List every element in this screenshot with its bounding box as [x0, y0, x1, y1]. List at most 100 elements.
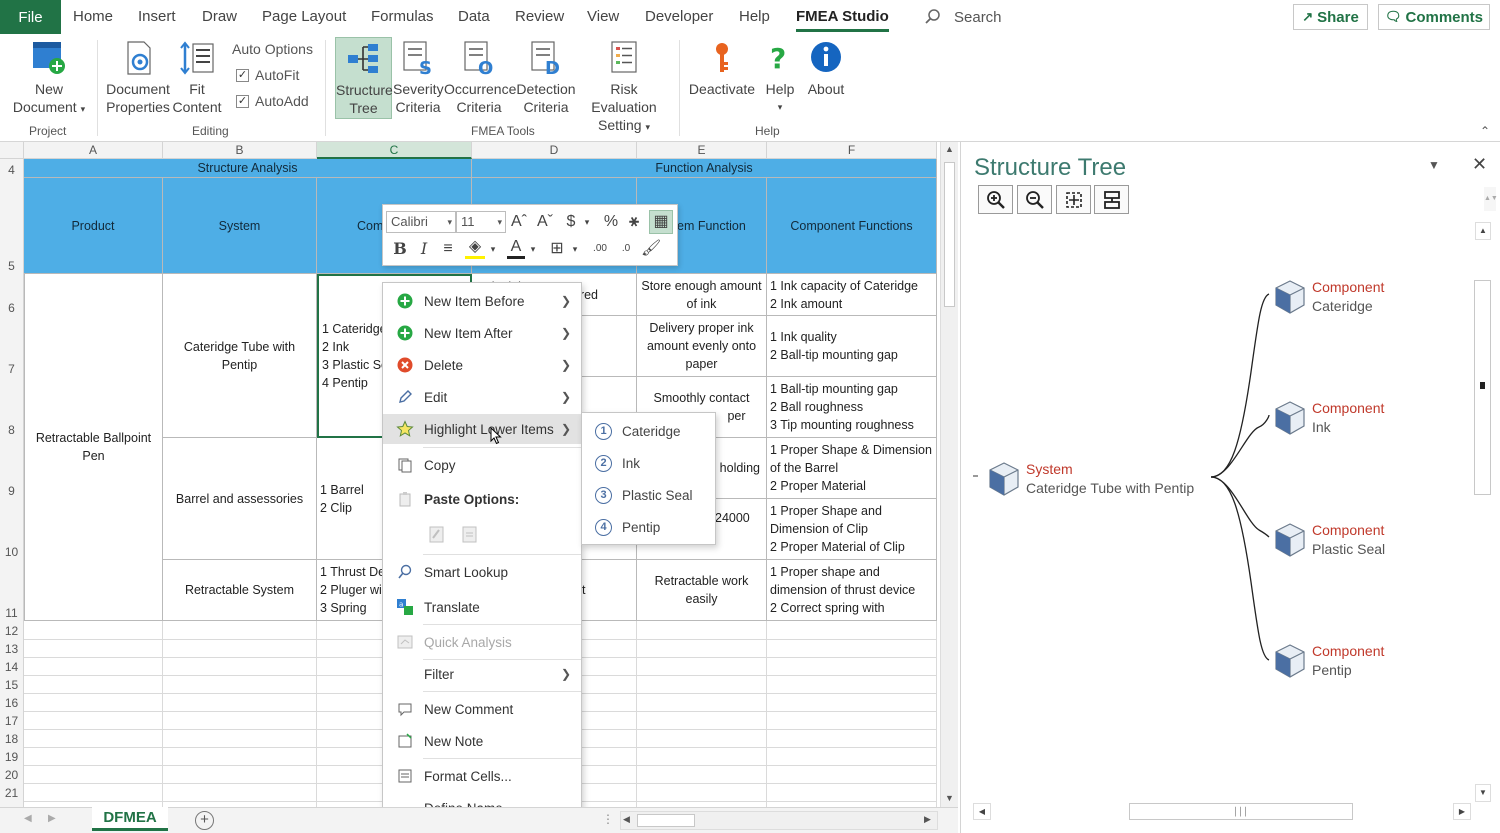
scroll-left-arrow-icon[interactable]: ◀	[973, 803, 991, 820]
scroll-tabs-left-icon[interactable]: ◀	[24, 813, 32, 824]
font-size-dropdown[interactable]: 11 ▾	[456, 211, 506, 233]
row-header-14[interactable]: 14	[0, 657, 24, 675]
sheet-tab-dfmea[interactable]: DFMEA	[92, 807, 168, 831]
product-cell[interactable]: Retractable Ballpoint Pen	[24, 274, 163, 621]
row-header-9[interactable]: 9	[0, 438, 24, 499]
horizontal-scroll-thumb[interactable]	[637, 814, 695, 827]
column-header-a[interactable]: A	[24, 142, 163, 159]
component-functions-header[interactable]: Component Functions	[767, 178, 937, 274]
component-functions-cell-3[interactable]: 1 Ball-tip mounting gap 2 Ball roughness…	[767, 377, 937, 438]
autoadd-checkbox[interactable]: ✓ AutoAdd	[236, 93, 309, 109]
tree-horizontal-scrollbar[interactable]: ◀ │││ ▶	[973, 802, 1473, 822]
menu-item-format-cells[interactable]: Format Cells...	[383, 761, 581, 791]
tab-view[interactable]: View	[587, 0, 619, 34]
menu-item-new-item-before[interactable]: New Item Before ❯	[383, 286, 581, 316]
submenu-item-plastic-seal[interactable]: 3 Plastic Seal	[582, 480, 715, 510]
file-tab[interactable]: File	[0, 0, 61, 34]
detection-criteria-button[interactable]: D Detection Criteria	[515, 40, 577, 116]
system-function-cell-1[interactable]: Store enough amount of ink	[637, 274, 767, 316]
system-cell-2[interactable]: Barrel and assessories	[163, 438, 317, 560]
tree-vertical-scrollbar[interactable]: ▲ ▼	[1473, 222, 1491, 802]
scroll-thumb[interactable]	[944, 162, 955, 307]
collapse-ribbon-icon[interactable]: ⌃	[1480, 124, 1490, 138]
component-functions-cell-4[interactable]: 1 Proper Shape & Dimension of the Barrel…	[767, 438, 937, 499]
tab-review[interactable]: Review	[515, 0, 564, 34]
tree-horizontal-thumb[interactable]: │││	[1129, 803, 1353, 820]
tab-fmea-studio[interactable]: FMEA Studio	[796, 0, 889, 34]
row-header-8[interactable]: 8	[0, 377, 24, 438]
decrease-decimal-icon[interactable]: .0	[615, 238, 637, 260]
increase-font-icon[interactable]: Aˆ	[509, 211, 529, 233]
column-header-e[interactable]: E	[637, 142, 767, 159]
component-functions-cell-6[interactable]: 1 Proper shape and dimension of thrust d…	[767, 560, 937, 621]
system-function-cell-2[interactable]: Delivery proper ink amount evenly onto p…	[637, 316, 767, 377]
column-header-d[interactable]: D	[472, 142, 637, 159]
row-header-11[interactable]: 11	[0, 560, 24, 621]
structure-tree-button[interactable]: Structure Tree	[335, 37, 393, 119]
comments-button[interactable]: 🗨 Comments	[1378, 4, 1490, 30]
chevron-down-icon[interactable]: ▾	[527, 238, 539, 260]
row-header-4[interactable]: 4	[0, 159, 24, 178]
scroll-up-arrow-icon[interactable]: ▲	[943, 144, 956, 156]
submenu-item-cateridge[interactable]: 1 Cateridge	[582, 416, 715, 446]
menu-item-delete[interactable]: Delete ❯	[383, 350, 581, 380]
menu-item-copy[interactable]: Copy	[383, 450, 581, 480]
new-document-button[interactable]: New Document ▾	[6, 40, 92, 118]
help-button[interactable]: ? Help ▾	[760, 40, 800, 116]
borders-icon[interactable]: ⊞	[547, 238, 567, 260]
structure-analysis-header[interactable]: Structure Analysis	[24, 159, 472, 178]
format-painter-icon[interactable]: 🖌	[641, 238, 661, 260]
tab-home[interactable]: Home	[73, 0, 113, 34]
chevron-down-icon[interactable]: ▾	[569, 238, 581, 260]
vertical-scrollbar[interactable]: ▲ ▼	[940, 142, 958, 807]
severity-criteria-button[interactable]: S Severity Criteria	[393, 40, 444, 116]
search-box[interactable]: Search	[924, 0, 1002, 34]
italic-icon[interactable]: I	[415, 238, 433, 260]
component-functions-cell-2[interactable]: 1 Ink quality 2 Ball-tip mounting gap	[767, 316, 937, 377]
tab-draw[interactable]: Draw	[202, 0, 237, 34]
scroll-left-arrow-icon[interactable]: ◀	[623, 814, 630, 825]
row-header-13[interactable]: 13	[0, 639, 24, 657]
splitter-handle-icon[interactable]: ⋮	[602, 812, 614, 826]
tab-developer[interactable]: Developer	[645, 0, 713, 34]
menu-item-highlight-lower-items[interactable]: Highlight Lower Items ❯	[383, 414, 581, 444]
row-header-17[interactable]: 17	[0, 711, 24, 729]
tab-insert[interactable]: Insert	[138, 0, 176, 34]
tab-page-layout[interactable]: Page Layout	[262, 0, 346, 34]
format-table-icon[interactable]: ▦	[649, 210, 673, 234]
tab-formulas[interactable]: Formulas	[371, 0, 434, 34]
bold-icon[interactable]: B	[391, 238, 409, 260]
tab-help[interactable]: Help	[739, 0, 770, 34]
column-header-f[interactable]: F	[767, 142, 937, 159]
column-header-c[interactable]: C	[317, 142, 472, 159]
submenu-item-pentip[interactable]: 4 Pentip	[582, 512, 715, 542]
row-header-20[interactable]: 20	[0, 765, 24, 783]
menu-item-new-item-after[interactable]: New Item After ❯	[383, 318, 581, 348]
column-header-b[interactable]: B	[163, 142, 317, 159]
percent-icon[interactable]: %	[601, 211, 621, 233]
decrease-font-icon[interactable]: Aˇ	[535, 211, 555, 233]
row-header-7[interactable]: 7	[0, 316, 24, 377]
row-header-15[interactable]: 15	[0, 675, 24, 693]
chevron-down-icon[interactable]: ▾	[487, 238, 499, 260]
scroll-right-arrow-icon[interactable]: ▶	[924, 814, 931, 825]
scroll-up-arrow-icon[interactable]: ▲	[1475, 222, 1491, 240]
row-header-12[interactable]: 12	[0, 621, 24, 639]
chevron-down-icon[interactable]: ▾	[581, 211, 593, 233]
menu-item-edit[interactable]: Edit ❯	[383, 382, 581, 412]
increase-decimal-icon[interactable]: .00	[589, 238, 611, 260]
function-analysis-header[interactable]: Function Analysis	[472, 159, 937, 178]
font-name-dropdown[interactable]: Calibri ▾	[386, 211, 456, 233]
row-header-18[interactable]: 18	[0, 729, 24, 747]
submenu-item-ink[interactable]: 2 Ink	[582, 448, 715, 478]
system-function-cell-6[interactable]: Retractable work easily	[637, 560, 767, 621]
risk-evaluation-setting-button[interactable]: Risk Evaluation Setting ▾	[578, 40, 670, 136]
align-center-icon[interactable]: ≡	[439, 238, 457, 260]
tree-scroll-thumb[interactable]	[1474, 280, 1491, 495]
comma-style-icon[interactable]: ⚹	[627, 211, 641, 233]
occurrence-criteria-button[interactable]: O Occurrence Criteria	[444, 40, 516, 116]
menu-item-translate[interactable]: a Translate	[383, 592, 581, 622]
document-properties-button[interactable]: Document Properties	[104, 40, 172, 116]
row-header-21[interactable]: 21	[0, 783, 24, 801]
scroll-down-arrow-icon[interactable]: ▼	[1475, 784, 1491, 802]
